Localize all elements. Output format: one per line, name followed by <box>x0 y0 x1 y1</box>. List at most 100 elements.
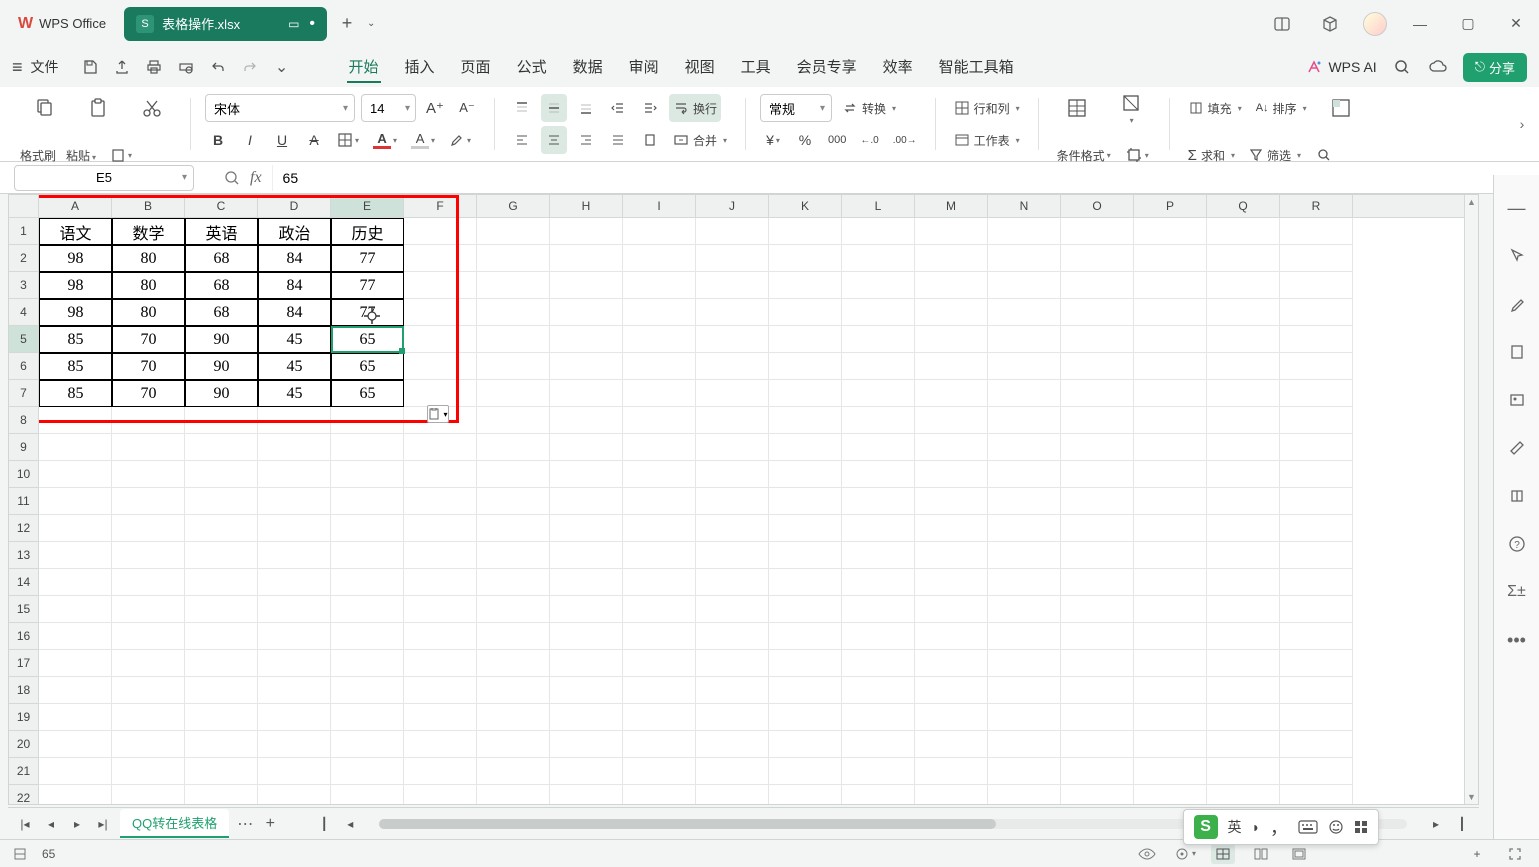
cell[interactable] <box>550 677 623 704</box>
cell[interactable] <box>112 569 185 596</box>
name-box[interactable]: E5 ▾ <box>14 165 194 191</box>
hscroll-end-icon[interactable]: ┃ <box>1453 815 1471 833</box>
cell[interactable] <box>623 785 696 804</box>
cell[interactable] <box>1134 650 1207 677</box>
ime-grid-icon[interactable] <box>1354 820 1368 834</box>
scroll-up-icon[interactable]: ▲ <box>1465 195 1478 209</box>
cell[interactable] <box>1061 704 1134 731</box>
cell[interactable] <box>842 488 915 515</box>
cell[interactable] <box>988 245 1061 272</box>
cell[interactable] <box>1280 299 1353 326</box>
cell[interactable] <box>331 407 404 434</box>
cell[interactable] <box>1061 650 1134 677</box>
cell[interactable] <box>623 542 696 569</box>
cell[interactable] <box>39 569 112 596</box>
cell[interactable] <box>331 488 404 515</box>
cell[interactable] <box>404 434 477 461</box>
image-tool-icon[interactable] <box>1504 387 1530 413</box>
cell[interactable] <box>185 569 258 596</box>
minimize-button[interactable]: — <box>1405 9 1435 39</box>
cell[interactable] <box>39 650 112 677</box>
cell[interactable] <box>1134 380 1207 407</box>
scroll-down-icon[interactable]: ▼ <box>1465 790 1478 804</box>
cell[interactable] <box>623 326 696 353</box>
cell[interactable] <box>1280 245 1353 272</box>
cell[interactable] <box>258 569 331 596</box>
cell[interactable] <box>550 596 623 623</box>
cell[interactable]: 英语 <box>185 218 258 245</box>
column-header[interactable]: L <box>842 195 915 217</box>
column-header[interactable]: Q <box>1207 195 1280 217</box>
cell[interactable] <box>39 434 112 461</box>
cell[interactable] <box>696 407 769 434</box>
column-header[interactable]: B <box>112 195 185 217</box>
cell[interactable]: 85 <box>39 353 112 380</box>
tab-tools[interactable]: 工具 <box>739 52 773 83</box>
tab-data[interactable]: 数据 <box>571 52 605 83</box>
view-page-icon[interactable] <box>1249 844 1273 864</box>
row-header[interactable]: 2 <box>9 245 38 272</box>
cell[interactable] <box>769 704 842 731</box>
cell[interactable] <box>1061 488 1134 515</box>
cell[interactable] <box>1207 245 1280 272</box>
sheet-tab-active[interactable]: QQ转在线表格 <box>120 809 229 838</box>
cell[interactable] <box>331 677 404 704</box>
hamburger-icon[interactable]: ≡ <box>12 57 23 78</box>
cell[interactable] <box>185 758 258 785</box>
cell[interactable] <box>915 353 988 380</box>
cell[interactable] <box>1207 704 1280 731</box>
cell[interactable] <box>550 488 623 515</box>
cell[interactable] <box>1280 731 1353 758</box>
cell[interactable] <box>769 731 842 758</box>
cell[interactable] <box>258 596 331 623</box>
wps-ai-button[interactable]: WPS AI <box>1306 59 1376 75</box>
cell[interactable] <box>331 758 404 785</box>
cell[interactable] <box>404 569 477 596</box>
row-header[interactable]: 6 <box>9 353 38 380</box>
cell[interactable] <box>623 623 696 650</box>
cell[interactable] <box>842 677 915 704</box>
cell[interactable] <box>550 623 623 650</box>
cell[interactable] <box>1280 596 1353 623</box>
cell[interactable] <box>696 434 769 461</box>
cell[interactable] <box>988 677 1061 704</box>
cell[interactable] <box>550 380 623 407</box>
maximize-button[interactable]: ▢ <box>1453 9 1483 39</box>
cell[interactable] <box>331 434 404 461</box>
ime-moon-icon[interactable]: ◗ <box>1252 819 1260 835</box>
cell[interactable] <box>988 569 1061 596</box>
cell[interactable] <box>112 704 185 731</box>
row-header[interactable]: 15 <box>9 596 38 623</box>
cell[interactable] <box>623 380 696 407</box>
cell[interactable] <box>623 407 696 434</box>
tab-formula[interactable]: 公式 <box>515 52 549 83</box>
cell[interactable] <box>623 515 696 542</box>
cell[interactable] <box>696 299 769 326</box>
cloud-icon[interactable] <box>1427 56 1449 78</box>
split-handle-icon[interactable]: ┃ <box>315 815 333 833</box>
cell[interactable] <box>258 731 331 758</box>
cell[interactable] <box>404 299 477 326</box>
cell[interactable] <box>258 785 331 804</box>
cell[interactable] <box>1207 758 1280 785</box>
cell[interactable]: 80 <box>112 245 185 272</box>
cell[interactable]: 68 <box>185 245 258 272</box>
cell[interactable] <box>477 704 550 731</box>
column-header[interactable]: H <box>550 195 623 217</box>
cell[interactable] <box>769 434 842 461</box>
cell[interactable] <box>1207 434 1280 461</box>
cell[interactable]: 85 <box>39 380 112 407</box>
cell[interactable] <box>404 326 477 353</box>
cell[interactable] <box>696 569 769 596</box>
cell[interactable] <box>477 299 550 326</box>
new-tab-dropdown[interactable]: ⌄ <box>367 18 383 29</box>
cell[interactable] <box>1061 407 1134 434</box>
cell[interactable] <box>1061 326 1134 353</box>
cell[interactable] <box>1207 380 1280 407</box>
format-painter-label[interactable]: 格式刷 <box>20 147 56 164</box>
cell[interactable] <box>769 569 842 596</box>
column-header[interactable]: F <box>404 195 477 217</box>
cell[interactable] <box>696 731 769 758</box>
cell[interactable] <box>915 569 988 596</box>
cell[interactable] <box>696 461 769 488</box>
